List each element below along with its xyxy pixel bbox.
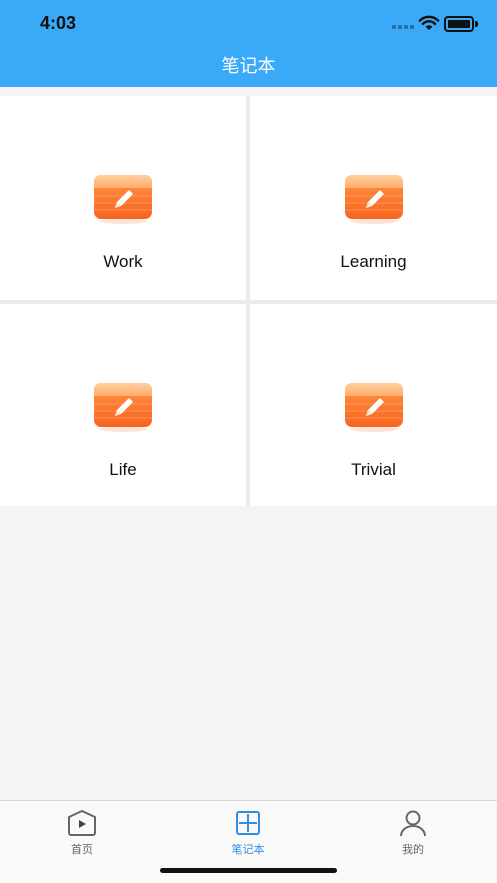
battery-icon [444,16,478,32]
status-time: 4:03 [40,13,77,33]
wifi-icon [418,15,440,30]
notebook-card-trivial[interactable]: Trivial [250,304,497,506]
home-play-icon [68,810,96,836]
notebook-grid: Work Learning Life Trivial [0,96,497,506]
tab-label: 我的 [402,844,424,856]
header: 4:03 笔记本 [0,0,497,87]
notebook-card-learning[interactable]: Learning [250,96,497,300]
notebook-card-work[interactable]: Work [0,96,246,300]
user-icon [400,810,426,837]
tab-label: 首页 [71,844,93,856]
notebook-label: Trivial [351,460,396,479]
plus-square-icon [236,811,260,835]
notebook-label: Life [109,460,137,479]
tab-label: 笔记本 [231,844,265,856]
notebook-card-life[interactable]: Life [0,304,246,506]
notebook-pencil-icon [344,382,403,432]
notebook-label: Work [103,252,143,271]
notebook-pencil-icon [93,174,153,224]
notebook-label: Learning [340,252,407,271]
notebook-pencil-icon [93,382,153,432]
tab-home[interactable]: 首页 [22,807,142,856]
home-indicator [160,868,337,873]
notebook-pencil-icon [344,174,403,224]
status-bar: 4:03 [0,0,497,48]
tab-mine[interactable]: 我的 [353,807,473,856]
battery-level [448,20,470,28]
page-title: 笔记本 [221,56,276,76]
tab-notebook[interactable]: 笔记本 [188,807,308,856]
screen: 4:03 笔记本 Work Learning Life Trivial 首页 笔… [0,0,497,883]
cellular-signal-icon [392,25,414,29]
